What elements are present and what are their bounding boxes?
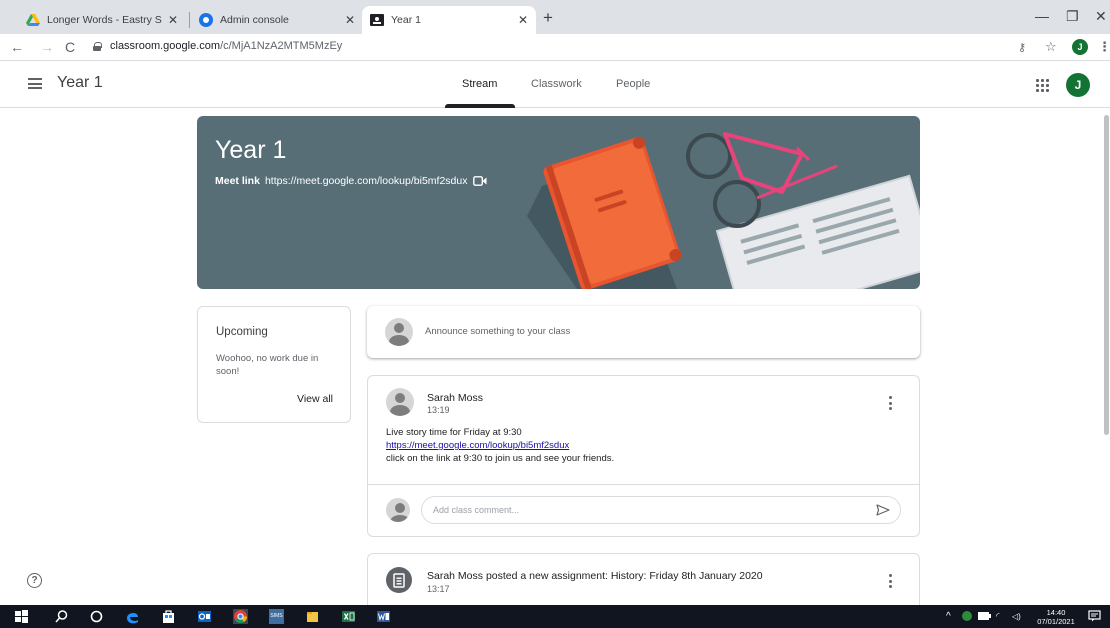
assignment-time: 13:17: [427, 584, 450, 594]
classroom-icon: [370, 14, 384, 26]
avatar: [386, 388, 414, 416]
announce-box[interactable]: Announce something to your class: [367, 306, 920, 358]
minimize-icon[interactable]: —: [1035, 8, 1049, 24]
edge-browser-icon[interactable]: [125, 609, 140, 624]
key-icon[interactable]: ⚷: [1018, 41, 1026, 54]
browser-profile-avatar[interactable]: J: [1072, 39, 1088, 55]
browser-tab-admin[interactable]: Admin console ✕: [191, 6, 363, 34]
sims-app-icon[interactable]: SIMS: [269, 609, 284, 624]
comment-input[interactable]: Add class comment...: [421, 496, 901, 524]
comment-placeholder: Add class comment...: [433, 505, 520, 515]
google-apps-icon[interactable]: [1036, 79, 1049, 92]
lock-icon: [93, 41, 102, 51]
reload-icon[interactable]: C: [65, 39, 75, 55]
browser-tab-year1[interactable]: Year 1 ✕: [362, 6, 536, 34]
file-explorer-icon[interactable]: [305, 609, 320, 624]
outlook-icon[interactable]: [197, 609, 212, 624]
star-icon[interactable]: ☆: [1045, 39, 1057, 55]
assignment-title: Sarah Moss posted a new assignment: Hist…: [427, 570, 763, 582]
tab-title: Longer Words - Eastry Staff shar: [47, 14, 162, 26]
active-tab-indicator: [445, 104, 515, 108]
forward-arrow-icon[interactable]: →: [40, 39, 54, 55]
clock[interactable]: 14:40 07/01/2021: [1035, 608, 1077, 626]
chrome-menu-icon[interactable]: ⋮: [1098, 39, 1110, 55]
post-line: Live story time for Friday at 9:30: [386, 427, 522, 438]
announce-placeholder: Announce something to your class: [425, 326, 571, 337]
tab-title: Year 1: [391, 14, 421, 26]
banner-title: Year 1: [215, 136, 287, 164]
tab-title: Admin console: [220, 14, 289, 26]
new-tab-button[interactable]: +: [543, 9, 553, 26]
post-time: 13:19: [427, 405, 450, 415]
close-tab-icon[interactable]: ✕: [345, 13, 355, 27]
avatar: [386, 498, 410, 522]
meet-link-url[interactable]: https://meet.google.com/lookup/bi5mf2sdu…: [265, 175, 468, 187]
tab-separator: [189, 12, 190, 28]
restore-icon[interactable]: ❐: [1066, 8, 1079, 25]
chevron-up-icon[interactable]: ^: [946, 612, 951, 622]
windows-start-icon[interactable]: [14, 609, 29, 624]
volume-icon[interactable]: ◁): [1012, 612, 1021, 621]
help-icon[interactable]: ?: [27, 573, 42, 588]
upcoming-title: Upcoming: [216, 326, 268, 338]
url-field[interactable]: classroom.google.com/c/MjA1NzA2MTM5MzEy: [93, 40, 342, 52]
address-bar-row: ← → C classroom.google.com/c/MjA1NzA2MTM…: [0, 34, 1110, 61]
notifications-icon[interactable]: [1088, 610, 1101, 622]
close-window-icon[interactable]: ✕: [1095, 8, 1107, 25]
page-scrollbar-thumb[interactable]: [1104, 115, 1109, 435]
banner-illustration: [527, 132, 920, 289]
windows-taskbar: SIMS ^ ◜ ◁) 14:40 07/01/2021: [0, 605, 1110, 628]
close-tab-icon[interactable]: ✕: [168, 13, 178, 27]
class-banner: Year 1 Meet link https://meet.google.com…: [197, 116, 920, 289]
cortana-icon[interactable]: [89, 609, 104, 624]
avatar: [385, 318, 413, 346]
more-options-icon[interactable]: [889, 574, 893, 588]
browser-tab-drive[interactable]: Longer Words - Eastry Staff shar ✕: [18, 6, 186, 34]
sims-label: SIMS: [270, 613, 283, 619]
clock-time: 14:40: [1046, 608, 1066, 617]
browser-tab-strip: Longer Words - Eastry Staff shar ✕ Admin…: [0, 0, 1110, 34]
meet-link-row: Meet link https://meet.google.com/lookup…: [215, 175, 487, 187]
class-title[interactable]: Year 1: [57, 74, 103, 92]
excel-icon[interactable]: [341, 609, 356, 624]
assignment-icon: [386, 567, 412, 593]
search-icon[interactable]: [54, 609, 69, 624]
stream-post: Sarah Moss 13:19 Live story time for Fri…: [367, 375, 920, 537]
security-icon[interactable]: [961, 610, 973, 622]
send-icon[interactable]: [876, 504, 890, 516]
post-link[interactable]: https://meet.google.com/lookup/bi5mf2sdu…: [386, 440, 569, 451]
word-icon[interactable]: [376, 609, 391, 624]
view-all-link[interactable]: View all: [297, 393, 333, 405]
user-avatar[interactable]: J: [1066, 73, 1090, 97]
url-path: /c/MjA1NzA2MTM5MzEy: [220, 40, 343, 52]
more-options-icon[interactable]: [889, 396, 893, 410]
post-body: Live story time for Friday at 9:30 https…: [386, 426, 614, 465]
store-icon[interactable]: [161, 609, 176, 624]
chrome-icon[interactable]: [233, 609, 248, 624]
url-host: classroom.google.com: [110, 40, 221, 52]
post-author: Sarah Moss: [427, 392, 484, 404]
meet-link-label: Meet link: [215, 175, 260, 187]
clock-date: 07/01/2021: [1037, 617, 1075, 626]
upcoming-text: Woohoo, no work due in soon!: [216, 353, 319, 377]
close-tab-icon[interactable]: ✕: [518, 13, 528, 27]
tab-people[interactable]: People: [616, 78, 650, 90]
admin-console-icon: [199, 13, 213, 27]
wifi-icon[interactable]: ◜: [996, 612, 1000, 621]
classroom-app-bar: Year 1 Stream Classwork People: [0, 62, 1110, 108]
upcoming-card: Upcoming Woohoo, no work due in soon! Vi…: [197, 306, 351, 423]
battery-icon[interactable]: [978, 611, 991, 621]
back-arrow-icon[interactable]: ←: [10, 39, 24, 55]
google-drive-icon: [26, 14, 40, 26]
hamburger-menu-icon[interactable]: [28, 78, 42, 89]
post-line: click on the link at 9:30 to join us and…: [386, 453, 615, 464]
divider: [368, 484, 919, 485]
tab-classwork[interactable]: Classwork: [531, 78, 582, 90]
assignment-post[interactable]: Sarah Moss posted a new assignment: Hist…: [367, 553, 920, 613]
tab-stream[interactable]: Stream: [462, 78, 497, 90]
video-camera-icon[interactable]: [473, 176, 487, 186]
